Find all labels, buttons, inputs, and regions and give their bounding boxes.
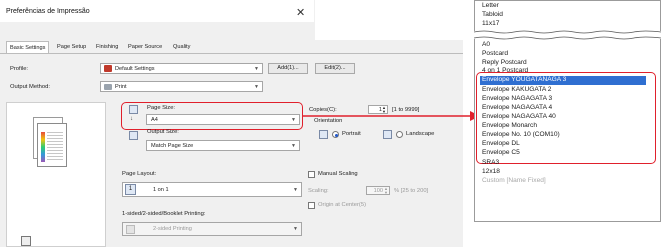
list-item[interactable]: 11x17 bbox=[482, 20, 499, 27]
portrait-icon-face bbox=[319, 130, 328, 139]
page-size-value: A4 bbox=[151, 117, 158, 123]
page-size-icon bbox=[129, 105, 138, 114]
profile-value: Default Settings bbox=[115, 66, 155, 72]
portrait-label-face: Portrait bbox=[342, 131, 361, 137]
origin-center-label-face: Origin at Center(5) bbox=[318, 202, 367, 208]
list-item[interactable]: Reply Postcard bbox=[482, 59, 527, 66]
chevron-down-icon: ▼ bbox=[291, 117, 296, 123]
page-layout-select[interactable]: 1 1 on 1 ▼ bbox=[122, 182, 302, 197]
page-size-select[interactable]: A4 ▼ bbox=[146, 114, 300, 125]
list-item[interactable]: Envelope NAGAGATA 3 bbox=[482, 95, 552, 102]
close-icon[interactable]: ✕ bbox=[296, 6, 305, 19]
preview-view-icon[interactable] bbox=[21, 236, 31, 246]
manual-scaling-label-face: Manual Scaling bbox=[318, 171, 358, 177]
list-item[interactable]: SRA3 bbox=[482, 159, 499, 165]
scaling-range: % [25 to 200] bbox=[394, 188, 429, 194]
list-item[interactable]: Envelope KAKUGATA 2 bbox=[482, 86, 551, 93]
tab-paper-source[interactable]: Paper Source bbox=[128, 44, 162, 50]
page-preview bbox=[6, 102, 106, 247]
arrow-down-icon: ↓ bbox=[130, 116, 133, 122]
profile-icon bbox=[104, 65, 112, 72]
chevron-down-icon: ▼ bbox=[254, 66, 259, 72]
list-item[interactable]: Envelope NAGAGATA 40 bbox=[482, 113, 556, 120]
tab-basic-settings[interactable]: Basic Settings bbox=[6, 41, 50, 53]
tab-finishing[interactable]: Finishing bbox=[96, 44, 118, 50]
sided-printing-select[interactable]: 2-sided Printing ▼ bbox=[122, 222, 302, 236]
landscape-icon-face bbox=[383, 130, 392, 139]
origin-center-checkbox-face[interactable] bbox=[308, 202, 315, 209]
output-method-value: Print bbox=[115, 84, 127, 90]
list-item[interactable]: Envelope No. 10 (COM10) bbox=[482, 131, 560, 138]
list-break bbox=[474, 30, 661, 40]
sided-printing-value: 2-sided Printing bbox=[153, 226, 192, 232]
profile-label: Profile: bbox=[10, 66, 29, 72]
tab-quality[interactable]: Quality bbox=[173, 44, 190, 50]
sided-printing-label: 1-sided/2-sided/Booklet Printing: bbox=[122, 211, 206, 217]
manual-scaling-checkbox-face[interactable] bbox=[308, 171, 315, 178]
chevron-down-icon: ▼ bbox=[293, 187, 298, 193]
callout-arrow bbox=[303, 111, 480, 121]
list-item[interactable]: Postcard bbox=[482, 50, 508, 57]
list-item[interactable]: 12x18 bbox=[482, 168, 500, 175]
output-size-select[interactable]: Match Page Size ▼ bbox=[146, 140, 300, 151]
list-item[interactable]: A0 bbox=[482, 41, 490, 48]
list-item[interactable]: Letter bbox=[482, 2, 499, 9]
page-layout-icon: 1 bbox=[125, 184, 136, 195]
portrait-radio-face[interactable] bbox=[332, 131, 339, 138]
chevron-down-icon: ▼ bbox=[293, 226, 298, 232]
output-size-label: Output Size: bbox=[147, 129, 179, 135]
add-profile-button[interactable]: Add(1)... bbox=[268, 63, 308, 74]
tab-divider bbox=[0, 53, 314, 54]
page-layout-value: 1 on 1 bbox=[153, 187, 169, 193]
printer-icon bbox=[104, 83, 112, 90]
profile-select[interactable]: Default Settings ▼ bbox=[100, 63, 263, 74]
preview-color-strip bbox=[41, 132, 45, 162]
scaling-spinner[interactable]: 100 ▲ ▼ bbox=[366, 186, 390, 195]
scaling-label-face: Scaling: bbox=[308, 188, 329, 194]
output-size-icon bbox=[129, 131, 138, 140]
chevron-down-icon: ▼ bbox=[254, 84, 259, 90]
landscape-radio-face[interactable] bbox=[396, 131, 403, 138]
page-size-label: Page Size: bbox=[147, 105, 176, 111]
output-method-select[interactable]: Print ▼ bbox=[100, 81, 263, 92]
list-item-selected[interactable]: Envelope YOUGATANAGA 3 bbox=[480, 76, 646, 85]
list-item[interactable]: Envelope C5 bbox=[482, 149, 520, 156]
scaling-value: 100 bbox=[373, 188, 383, 194]
list-item[interactable]: Tabloid bbox=[482, 11, 503, 18]
list-item-custom[interactable]: Custom [Name Fixed] bbox=[482, 177, 546, 184]
chevron-down-icon: ▼ bbox=[291, 143, 296, 149]
output-size-value: Match Page Size bbox=[151, 143, 194, 149]
preview-text-lines bbox=[47, 132, 63, 162]
edit-profile-button-face[interactable]: Edit(2)... bbox=[315, 63, 355, 74]
preview-page bbox=[37, 123, 67, 167]
list-item[interactable]: Envelope NAGAGATA 4 bbox=[482, 104, 552, 111]
spinner-arrows-icon[interactable]: ▲ ▼ bbox=[384, 187, 388, 195]
page-layout-label: Page Layout: bbox=[122, 171, 157, 177]
list-item[interactable]: Envelope Monarch bbox=[482, 122, 537, 129]
dialog-title: Preferências de Impressão bbox=[6, 8, 90, 15]
tab-page-setup[interactable]: Page Setup bbox=[57, 44, 86, 50]
list-item[interactable]: Envelope DL bbox=[482, 140, 520, 147]
print-preferences-dialog: Preferências de Impressão ✕ Basic Settin… bbox=[0, 0, 434, 247]
landscape-label-face: Landscape bbox=[406, 131, 435, 137]
sided-printing-icon bbox=[126, 225, 135, 234]
output-method-label: Output Method: bbox=[10, 84, 50, 90]
tab-divider-extension bbox=[308, 53, 463, 54]
